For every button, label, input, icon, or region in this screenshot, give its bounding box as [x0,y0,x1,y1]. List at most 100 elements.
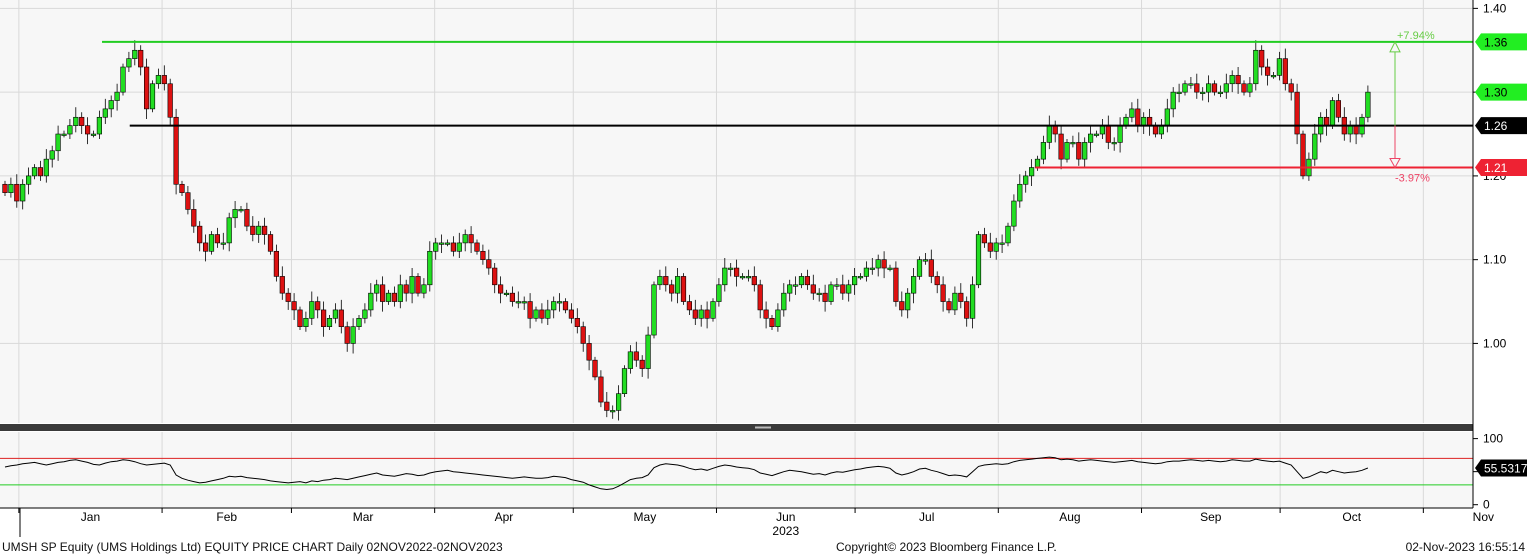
candle-body [610,410,616,413]
candle-body [1200,91,1206,94]
candle-body [692,309,698,319]
candle-body [1312,133,1318,160]
x-tick-label: Nov [1473,510,1494,524]
candle-body [214,234,221,244]
candle-body [1176,91,1182,94]
candle-body [910,276,917,294]
candle-body [256,225,262,235]
candle-body [952,292,958,311]
candle-body [798,276,805,286]
candle-body [775,309,781,327]
candle-body [887,267,893,270]
candle-body [1347,125,1353,135]
x-axis: Jan Feb Mar Apr May Jun Jul Aug Sep Oct Nov 2023 [18,508,1494,538]
candle-body [1282,58,1288,85]
candle-body [232,209,238,219]
candle-body [444,242,451,245]
candle-body [326,317,333,327]
candle-body [397,284,403,302]
rsi-y-tick-label: 100 [1483,432,1503,446]
candle-body [964,301,970,319]
candle-body [480,250,486,260]
candle-body [1005,225,1011,244]
candle-body [704,309,710,319]
candle-body [739,276,746,279]
candle-body [250,225,256,235]
candle-body [1129,108,1135,118]
candle-body [1270,75,1277,78]
candle-body [1070,142,1076,145]
candle-body [226,217,232,244]
down-pct-label: -3.97% [1395,173,1430,185]
candle-body [669,284,675,294]
candle-body [267,234,274,252]
candle-body [975,234,982,286]
candle-body [627,351,633,369]
candle-body [126,58,132,68]
candle-body [657,276,663,286]
panel-divider[interactable] [0,424,1473,431]
candle-body [580,326,586,344]
candle-body [238,209,244,212]
candle-body [1076,142,1082,160]
candle-body [1294,91,1300,135]
candle-body [509,292,516,302]
candle-body [1335,100,1341,118]
candle-body [114,91,120,101]
candle-body [320,309,327,327]
footer-timestamp: 02-Nov-2023 16:55:14 [1405,540,1525,554]
candle-body [592,359,598,378]
candle-body [1206,83,1212,93]
candle-body [49,150,55,160]
candle-body [1217,91,1223,94]
candle-body [173,116,179,185]
candle-body [527,301,533,319]
resistance-tag-label: 1.36 [1484,35,1508,49]
candle-body [379,284,386,302]
candle-body [586,343,592,361]
candle-body [1235,75,1241,85]
candle-body [1300,133,1306,177]
candle-body [486,259,492,269]
candle-body [1170,91,1176,110]
candle-body [25,175,32,185]
candle-body [781,292,787,311]
candle-body [598,376,604,403]
candle-body [385,292,392,302]
candle-body [285,292,291,302]
candle-body [503,292,510,295]
candle-body [497,284,504,294]
candle-body [391,292,398,302]
candle-body [421,284,427,294]
candle-body [881,259,887,269]
candle-body [1123,116,1129,126]
candle-body [132,49,138,59]
candle-body [1365,91,1371,118]
candle-body [61,133,67,136]
candle-body [468,234,474,244]
candle-body [792,284,799,287]
candle-body [1259,49,1265,68]
candle-body [8,183,14,193]
candle-body [2,183,8,193]
candle-body [769,317,775,327]
candle-body [958,292,964,302]
y-tick-label: 1.10 [1483,253,1507,267]
mid-tag-label: 1.26 [1484,119,1508,133]
candle-body [356,317,362,327]
candle-body [551,301,557,311]
candle-body [1223,83,1229,93]
candle-body [745,276,751,279]
candle-body [297,309,303,327]
candle-body [144,66,150,110]
candle-body [309,301,315,319]
candle-body [663,276,669,286]
price-chart-svg: +7.94%-3.97% 1.401.301.201.101.001000 Ja… [0,0,1528,538]
candle-body [680,276,687,302]
candle-body [946,301,952,311]
candle-body [427,250,433,286]
y-axis: 1.401.301.201.101.001000 [1473,1,1507,512]
candle-body [14,183,20,202]
candle-body [374,284,380,294]
candle-body [751,276,757,286]
